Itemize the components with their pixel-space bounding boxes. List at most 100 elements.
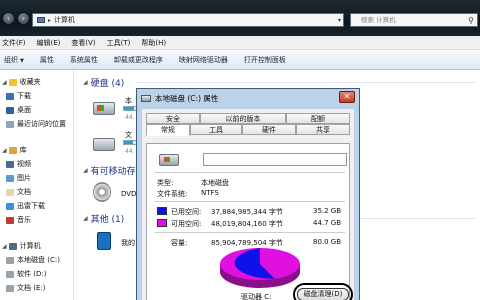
sidebar-item-computer[interactable]: ◢ 计算机	[2, 240, 41, 252]
document-icon	[6, 188, 14, 196]
group-header-removable[interactable]: ◢ 有可移动存	[83, 164, 136, 177]
collapse-icon[interactable]: ◢	[83, 79, 88, 86]
picture-icon	[6, 174, 14, 182]
sidebar-label: 视频	[17, 160, 31, 168]
system-properties-button[interactable]: 系统属性	[70, 55, 98, 65]
volume-name-input[interactable]	[203, 153, 347, 166]
sidebar-item-downloads[interactable]: 下载	[6, 90, 31, 102]
drive-size: 44.	[125, 148, 135, 155]
capacity-gb: 80.0 GB	[313, 238, 342, 246]
sidebar-item-recent[interactable]: 最近访问的位置	[6, 118, 66, 130]
group-label: 硬盘 (4)	[90, 79, 125, 89]
organize-label: 组织	[4, 55, 18, 64]
menu-help[interactable]: 帮助(H)	[141, 38, 166, 48]
search-placeholder: 搜索 计算机	[361, 16, 396, 24]
dialog-title: 本地磁盘 (C:) 属性	[155, 93, 219, 103]
group-header-other[interactable]: ◢ 其他 (1)	[83, 212, 124, 225]
collapse-icon[interactable]: ◢	[83, 167, 88, 174]
sidebar-item-desktop[interactable]: 桌面	[6, 104, 31, 116]
used-space-swatch	[157, 207, 167, 215]
forward-icon[interactable]: ›	[17, 12, 30, 25]
breadcrumb-computer[interactable]: 计算机	[54, 15, 75, 25]
menu-file[interactable]: 文件(F)	[2, 38, 26, 48]
expand-icon[interactable]: ◢	[2, 243, 7, 250]
menu-view[interactable]: 查看(V)	[71, 38, 95, 48]
sidebar-label: 收藏夹	[19, 78, 41, 86]
sidebar-item-music[interactable]: 音乐	[6, 214, 31, 226]
search-input[interactable]: 搜索 计算机 ⚲	[350, 13, 478, 27]
sidebar-item-drive-e[interactable]: 文档 (E:)	[6, 282, 45, 294]
expand-icon[interactable]: ◢	[2, 79, 7, 86]
library-icon	[8, 146, 17, 154]
divider	[155, 172, 345, 173]
tab-sharing[interactable]: 共享	[296, 124, 350, 135]
close-button[interactable]: ✕	[339, 91, 355, 103]
uninstall-button[interactable]: 卸载或更改程序	[114, 55, 163, 65]
sidebar-item-drive-d[interactable]: 软件 (D:)	[6, 268, 46, 280]
sidebar-label: 计算机	[19, 242, 41, 250]
chevron-down-icon[interactable]: ▾	[338, 17, 341, 24]
sidebar-item-videos[interactable]: 视频	[6, 158, 31, 170]
tab-hardware[interactable]: 硬件	[242, 124, 296, 135]
collapse-icon[interactable]: ◢	[83, 215, 88, 222]
tab-security[interactable]: 安全	[146, 113, 200, 124]
disk-cleanup-button[interactable]: 磁盘清理(D)	[297, 288, 349, 300]
download-folder-icon	[6, 92, 14, 100]
used-space-label: 已用空间:	[171, 208, 202, 216]
sidebar-label: 图片	[17, 174, 31, 182]
sidebar-label: 下载	[17, 92, 31, 100]
chevron-down-icon: ▼	[20, 57, 24, 64]
menu-edit[interactable]: 编辑(E)	[37, 38, 61, 48]
menu-tools[interactable]: 工具(T)	[107, 38, 131, 48]
organize-button[interactable]: 组织 ▼	[4, 55, 24, 65]
tab-quota[interactable]: 配额	[286, 113, 350, 124]
filesystem-value: NTFS	[201, 189, 219, 197]
tab-previous-versions[interactable]: 以前的版本	[200, 113, 286, 124]
filesystem-label: 文件系统:	[157, 190, 188, 198]
music-icon	[6, 216, 14, 224]
free-space-gb: 44.7 GB	[313, 219, 342, 227]
free-space-swatch	[157, 219, 167, 227]
desktop-icon	[6, 106, 14, 114]
general-panel: 类型: 本地磁盘 文件系统: NTFS 已用空间: 37,884,985,344…	[146, 143, 353, 300]
expand-icon[interactable]: ◢	[2, 147, 7, 154]
group-label: 其他 (1)	[90, 215, 125, 225]
tab-general[interactable]: 常规	[146, 124, 190, 136]
device-name[interactable]: 我的	[121, 238, 135, 248]
drive-icon	[159, 154, 179, 166]
phone-icon[interactable]	[97, 232, 111, 250]
sidebar-item-thunder[interactable]: 迅雷下载	[6, 200, 45, 212]
control-panel-button[interactable]: 打开控制面板	[244, 55, 286, 65]
navigation-pane: ◢ 收藏夹 下载 桌面 最近访问的位置 ◢ 库 视频 图片 文档 迅雷下载 音乐…	[0, 70, 74, 300]
used-space-bytes: 37,884,985,344 字节	[211, 208, 283, 216]
divider	[135, 82, 475, 83]
sidebar-item-drive-c[interactable]: 本地磁盘 (C:)	[6, 254, 60, 266]
sidebar-label: 软件 (D:)	[17, 270, 47, 278]
drive-size: 44.	[125, 114, 135, 121]
drive-icon	[141, 94, 151, 102]
drive-letter-label: 驱动器 C:	[241, 293, 272, 300]
tab-tools[interactable]: 工具	[190, 124, 242, 135]
sidebar-item-libraries[interactable]: ◢ 库	[2, 144, 27, 156]
sidebar-item-favorites[interactable]: ◢ 收藏夹	[2, 76, 41, 88]
back-icon[interactable]: ‹	[2, 12, 15, 25]
drive-icon[interactable]	[93, 102, 115, 115]
group-header-hdd[interactable]: ◢ 硬盘 (4)	[83, 76, 124, 89]
dvd-drive-icon[interactable]	[93, 182, 111, 202]
star-icon	[8, 78, 17, 86]
search-icon[interactable]: ⚲	[468, 15, 474, 27]
drive-icon[interactable]	[93, 138, 115, 151]
drive-name[interactable]: 本	[125, 96, 132, 106]
computer-icon	[37, 17, 45, 23]
capacity-label: 容量:	[171, 239, 188, 247]
capacity-bytes: 85,904,789,504 字节	[211, 239, 283, 247]
properties-button[interactable]: 属性	[40, 55, 54, 65]
dvd-name[interactable]: DVD	[121, 190, 136, 198]
address-bar[interactable]: ▸ 计算机 ▾	[32, 13, 344, 27]
dialog-titlebar[interactable]: 本地磁盘 (C:) 属性	[137, 89, 359, 107]
video-icon	[6, 160, 14, 168]
sidebar-item-documents[interactable]: 文档	[6, 186, 31, 198]
map-drive-button[interactable]: 映射网络驱动器	[179, 55, 228, 65]
sidebar-item-pictures[interactable]: 图片	[6, 172, 31, 184]
drive-name[interactable]: 文	[125, 130, 132, 140]
